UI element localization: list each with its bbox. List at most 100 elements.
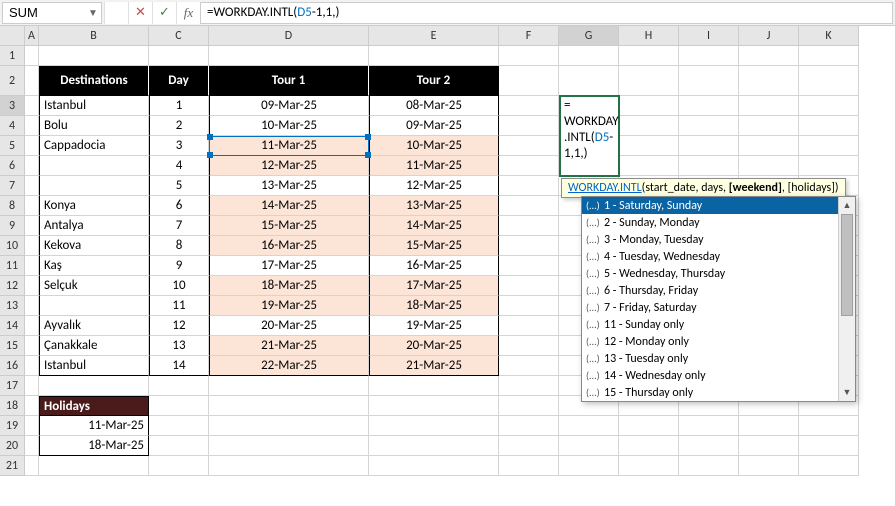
cell-H20[interactable]	[619, 436, 679, 456]
cell-B4[interactable]: Bolu	[39, 116, 149, 136]
cell-J19[interactable]	[739, 416, 799, 436]
cell-B8[interactable]: Konya	[39, 196, 149, 216]
cell-K4[interactable]	[799, 116, 859, 136]
cell-C20[interactable]	[149, 436, 209, 456]
cell-D3[interactable]: 09-Mar-25	[209, 96, 369, 116]
cell-K1[interactable]	[799, 46, 859, 66]
cell-E13[interactable]: 18-Mar-25	[369, 296, 499, 316]
cell-D1[interactable]	[209, 46, 369, 66]
cell-C1[interactable]	[149, 46, 209, 66]
cell-F17[interactable]	[499, 376, 559, 396]
cell-E19[interactable]	[369, 416, 499, 436]
cell-J2[interactable]	[739, 66, 799, 96]
cell-A9[interactable]	[25, 216, 39, 236]
autocomplete-item[interactable]: (...)3 - Monday, Tuesday	[582, 231, 838, 248]
row-header-17[interactable]: 17	[0, 376, 25, 396]
cell-J3[interactable]	[739, 96, 799, 116]
cell-B5[interactable]: Cappadocia	[39, 136, 149, 156]
row-header-19[interactable]: 19	[0, 416, 25, 436]
col-header-J[interactable]: J	[739, 26, 799, 46]
cell-E21[interactable]	[369, 456, 499, 476]
cell-C17[interactable]	[149, 376, 209, 396]
row-header-12[interactable]: 12	[0, 276, 25, 296]
cell-B20[interactable]: 18-Mar-25	[39, 436, 149, 456]
autocomplete-item[interactable]: (...)11 - Sunday only	[582, 316, 838, 333]
cell-C3[interactable]: 1	[149, 96, 209, 116]
autocomplete-item[interactable]: (...)14 - Wednesday only	[582, 367, 838, 384]
cell-G20[interactable]	[559, 436, 619, 456]
cell-D16[interactable]: 22-Mar-25	[209, 356, 369, 376]
cell-F21[interactable]	[499, 456, 559, 476]
cell-A18[interactable]	[25, 396, 39, 416]
tooltip-function-name[interactable]: WORKDAY.INTL	[568, 181, 642, 195]
cell-E8[interactable]: 13-Mar-25	[369, 196, 499, 216]
cell-C18[interactable]	[149, 396, 209, 416]
cell-A14[interactable]	[25, 316, 39, 336]
cell-J5[interactable]	[739, 136, 799, 156]
cell-K20[interactable]	[799, 436, 859, 456]
cell-F5[interactable]	[499, 136, 559, 156]
cell-B12[interactable]: Selçuk	[39, 276, 149, 296]
cell-J4[interactable]	[739, 116, 799, 136]
row-header-4[interactable]: 4	[0, 116, 25, 136]
cell-C4[interactable]: 2	[149, 116, 209, 136]
cell-A7[interactable]	[25, 176, 39, 196]
col-header-K[interactable]: K	[799, 26, 859, 46]
cell-I2[interactable]	[679, 66, 739, 96]
row-header-1[interactable]: 1	[0, 46, 25, 66]
autocomplete-item[interactable]: (...)13 - Tuesday only	[582, 350, 838, 367]
cell-C13[interactable]: 11	[149, 296, 209, 316]
cell-I6[interactable]	[679, 156, 739, 176]
cell-A20[interactable]	[25, 436, 39, 456]
cell-D11[interactable]: 17-Mar-25	[209, 256, 369, 276]
fx-button[interactable]: fx	[176, 2, 200, 24]
cell-D4[interactable]: 10-Mar-25	[209, 116, 369, 136]
cell-C8[interactable]: 6	[149, 196, 209, 216]
cell-H4[interactable]	[619, 116, 679, 136]
name-box-dropdown-icon[interactable]: ▼	[85, 6, 101, 19]
cell-F12[interactable]	[499, 276, 559, 296]
cell-A3[interactable]	[25, 96, 39, 116]
cell-E1[interactable]	[369, 46, 499, 66]
cell-H5[interactable]	[619, 136, 679, 156]
cell-B15[interactable]: Çanakkale	[39, 336, 149, 356]
cell-E5[interactable]: 10-Mar-25	[369, 136, 499, 156]
cell-B2[interactable]: Destinations	[39, 66, 149, 96]
cell-F4[interactable]	[499, 116, 559, 136]
cell-I1[interactable]	[679, 46, 739, 66]
select-all-corner[interactable]	[0, 26, 25, 46]
cell-E18[interactable]	[369, 396, 499, 416]
cell-H1[interactable]	[619, 46, 679, 66]
cell-B13[interactable]	[39, 296, 149, 316]
cell-A5[interactable]	[25, 136, 39, 156]
cell-E9[interactable]: 14-Mar-25	[369, 216, 499, 236]
scroll-down-icon[interactable]: ▼	[839, 384, 855, 401]
row-header-18[interactable]: 18	[0, 396, 25, 416]
cell-H3[interactable]	[619, 96, 679, 116]
cell-I3[interactable]	[679, 96, 739, 116]
scroll-up-icon[interactable]: ▲	[839, 197, 855, 214]
autocomplete-item[interactable]: (...)1 - Saturday, Sunday	[582, 197, 838, 214]
autocomplete-item[interactable]: (...)6 - Thursday, Friday	[582, 282, 838, 299]
cell-F15[interactable]	[499, 336, 559, 356]
row-header-20[interactable]: 20	[0, 436, 25, 456]
cell-F19[interactable]	[499, 416, 559, 436]
row-header-16[interactable]: 16	[0, 356, 25, 376]
cell-D9[interactable]: 15-Mar-25	[209, 216, 369, 236]
row-header-5[interactable]: 5	[0, 136, 25, 156]
cell-A11[interactable]	[25, 256, 39, 276]
cell-F9[interactable]	[499, 216, 559, 236]
cell-E6[interactable]: 11-Mar-25	[369, 156, 499, 176]
cell-A15[interactable]	[25, 336, 39, 356]
cell-C21[interactable]	[149, 456, 209, 476]
row-header-15[interactable]: 15	[0, 336, 25, 356]
scroll-thumb[interactable]	[841, 214, 853, 316]
autocomplete-scrollbar[interactable]: ▲ ▼	[838, 197, 855, 401]
cell-I21[interactable]	[679, 456, 739, 476]
row-header-9[interactable]: 9	[0, 216, 25, 236]
cell-D20[interactable]	[209, 436, 369, 456]
cell-D7[interactable]: 13-Mar-25	[209, 176, 369, 196]
col-header-D[interactable]: D	[209, 26, 369, 46]
cell-C7[interactable]: 5	[149, 176, 209, 196]
cell-A17[interactable]	[25, 376, 39, 396]
